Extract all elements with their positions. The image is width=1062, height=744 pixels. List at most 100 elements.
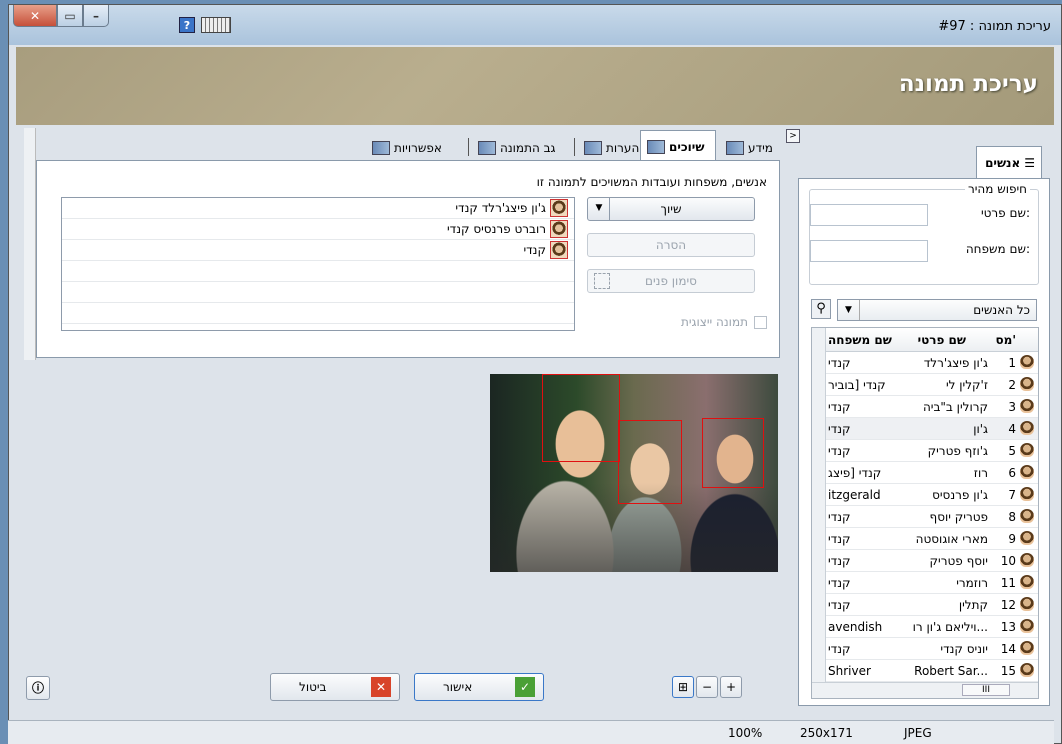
column-header-num[interactable]: מס': [995, 333, 1016, 347]
table-row[interactable]: 11 רוזמרי קנדי: [826, 572, 1038, 594]
person-icon: [1020, 553, 1034, 567]
table-row[interactable]: 1 ג'ון פיצג'רלד קנדי: [826, 352, 1038, 374]
face-region-box[interactable]: [702, 418, 764, 488]
assign-button[interactable]: ▼ שיוך: [587, 197, 755, 221]
people-table[interactable]: מס' שם פרטי שם משפחה 1 ג'ון פיצג'רלד קנדי 2…: [811, 327, 1039, 699]
list-item[interactable]: רוברט פרנסיס קנדי: [62, 219, 574, 240]
cell-num: 13: [1000, 620, 1016, 634]
status-image-size: 250x171: [800, 726, 853, 740]
table-row[interactable]: 4 ג'ון קנדי: [826, 418, 1038, 440]
column-header-last-name[interactable]: שם משפחה: [828, 333, 892, 347]
representative-checkbox[interactable]: תמונה ייצוגית: [681, 315, 767, 329]
cell-first-name: ג'ון פיצג'רלד: [923, 356, 988, 370]
tab-label: אפשרויות: [394, 141, 442, 155]
help-icon[interactable]: ?: [179, 17, 195, 33]
collapse-panel-button[interactable]: >: [786, 129, 800, 143]
close-button[interactable]: ✕: [13, 5, 57, 27]
table-row[interactable]: 7 ג'ון פרנסיס itzgerald: [826, 484, 1038, 506]
maximize-button[interactable]: ▭: [57, 5, 83, 27]
ok-button[interactable]: ✓ אישור: [414, 673, 544, 701]
photo-preview[interactable]: [490, 374, 778, 572]
zoom-in-button[interactable]: +: [720, 676, 742, 698]
face-region-box[interactable]: [618, 420, 682, 504]
cancel-x-icon: ✕: [371, 677, 391, 697]
cell-num: 6: [1008, 466, 1016, 480]
tab-associations[interactable]: שיוכים: [640, 130, 716, 162]
last-name-field[interactable]: [810, 240, 928, 262]
person-icon: [1020, 531, 1034, 545]
cell-num: 8: [1008, 510, 1016, 524]
right-panel: > אנשים ☰ חיפוש מהיר שם פרטי: שם משפחה: ⚲…: [786, 128, 1050, 706]
tab-photo-back[interactable]: גב התמונה: [472, 136, 562, 160]
cell-last-name: Shriver: [828, 664, 871, 678]
cell-num: 10: [1000, 554, 1016, 568]
cell-first-name: קתלין: [958, 598, 988, 612]
tab-info[interactable]: מידע: [720, 136, 779, 160]
minimize-button[interactable]: –: [83, 5, 109, 27]
column-header-first-name[interactable]: שם פרטי: [918, 333, 966, 347]
person-icon: [1020, 641, 1034, 655]
table-row[interactable]: 10 יוסף פטריק קנדי: [826, 550, 1038, 572]
list-item[interactable]: ג'ון פיצג'רלד קנדי: [62, 198, 574, 219]
person-icon: [550, 241, 568, 259]
cell-num: 1: [1008, 356, 1016, 370]
fit-to-window-button[interactable]: ⊞: [672, 676, 694, 698]
vertical-scrollbar[interactable]: [24, 128, 36, 360]
table-row[interactable]: 2 ז'קלין לי קנדי [בוביר: [826, 374, 1038, 396]
cell-first-name: יוסף פטריק: [929, 554, 988, 568]
tab-people[interactable]: אנשים ☰: [976, 146, 1042, 178]
table-row[interactable]: 15 Robert Sar... Shriver: [826, 660, 1038, 682]
face-region-box[interactable]: [542, 374, 620, 462]
person-icon: [1020, 597, 1034, 611]
tab-label: שיוכים: [669, 139, 705, 154]
cell-last-name: קנדי: [828, 576, 851, 590]
cell-first-name: ויליאם ג'ון רו...: [912, 620, 988, 634]
list-item-label: ג'ון פיצג'רלד קנדי: [455, 201, 546, 215]
cell-num: 3: [1008, 400, 1016, 414]
tab-options[interactable]: אפשרויות: [366, 136, 448, 160]
table-row[interactable]: 5 ג'וזף פטריק קנדי: [826, 440, 1038, 462]
info-tab-icon: [726, 141, 744, 155]
cell-first-name: רוז: [973, 466, 988, 480]
photo-back-icon: [478, 141, 496, 155]
table-row[interactable]: 3 קרולין ב"ביה קנדי: [826, 396, 1038, 418]
tab-notes[interactable]: הערות: [578, 136, 645, 160]
quick-search-legend: חיפוש מהיר: [964, 182, 1030, 196]
person-icon: [1020, 377, 1034, 391]
info-icon[interactable]: ⓘ: [26, 676, 50, 700]
person-icon: [550, 220, 568, 238]
people-filter-select[interactable]: ▼ כל האנשים: [837, 299, 1037, 321]
cell-first-name: ג'ון: [973, 422, 988, 436]
title-bar: ✕ ▭ – ? עריכת תמונה : #97: [9, 5, 1061, 45]
table-row[interactable]: 14 יוניס קנדי קנדי: [826, 638, 1038, 660]
cancel-button[interactable]: ✕ ביטול: [270, 673, 400, 701]
table-row[interactable]: 8 פטריק יוסף קנדי: [826, 506, 1038, 528]
fit-icon: ⊞: [677, 680, 689, 694]
table-row[interactable]: 12 קתלין קנדי: [826, 594, 1038, 616]
keyboard-icon[interactable]: [201, 17, 231, 33]
table-vertical-scrollbar[interactable]: [812, 328, 826, 684]
search-icon[interactable]: ⚲: [811, 299, 831, 319]
table-row[interactable]: 9 מארי אוגוסטה קנדי: [826, 528, 1038, 550]
zoom-out-icon: −: [701, 680, 713, 694]
list-row-empty: [62, 261, 574, 282]
remove-button[interactable]: הסרה: [587, 233, 755, 257]
checkmark-icon: ✓: [515, 677, 535, 697]
table-horizontal-scrollbar[interactable]: III: [812, 682, 1038, 698]
chevron-down-icon[interactable]: ▼: [838, 300, 860, 320]
face-mark-button[interactable]: סימון פנים: [587, 269, 755, 293]
first-name-field[interactable]: [810, 204, 928, 226]
associations-header: אנשים, משפחות ועובדות המשויכים לתמונה זו: [536, 175, 767, 189]
first-name-label: שם פרטי:: [980, 206, 1030, 220]
filter-value: כל האנשים: [973, 303, 1030, 317]
table-row[interactable]: 6 רוז קנדי [פיצג: [826, 462, 1038, 484]
list-item[interactable]: קנדי: [62, 240, 574, 261]
associated-list[interactable]: ג'ון פיצג'רלד קנדי רוברט פרנסיס קנדי קנד…: [61, 197, 575, 331]
assign-dropdown-arrow[interactable]: ▼: [588, 198, 610, 220]
zoom-out-button[interactable]: −: [696, 676, 718, 698]
table-row[interactable]: 13 ויליאם ג'ון רו... avendish: [826, 616, 1038, 638]
person-icon: [1020, 465, 1034, 479]
scroll-thumb[interactable]: III: [962, 684, 1010, 696]
checkbox-box[interactable]: [754, 315, 767, 329]
cell-first-name: ג'וזף פטריק: [927, 444, 988, 458]
